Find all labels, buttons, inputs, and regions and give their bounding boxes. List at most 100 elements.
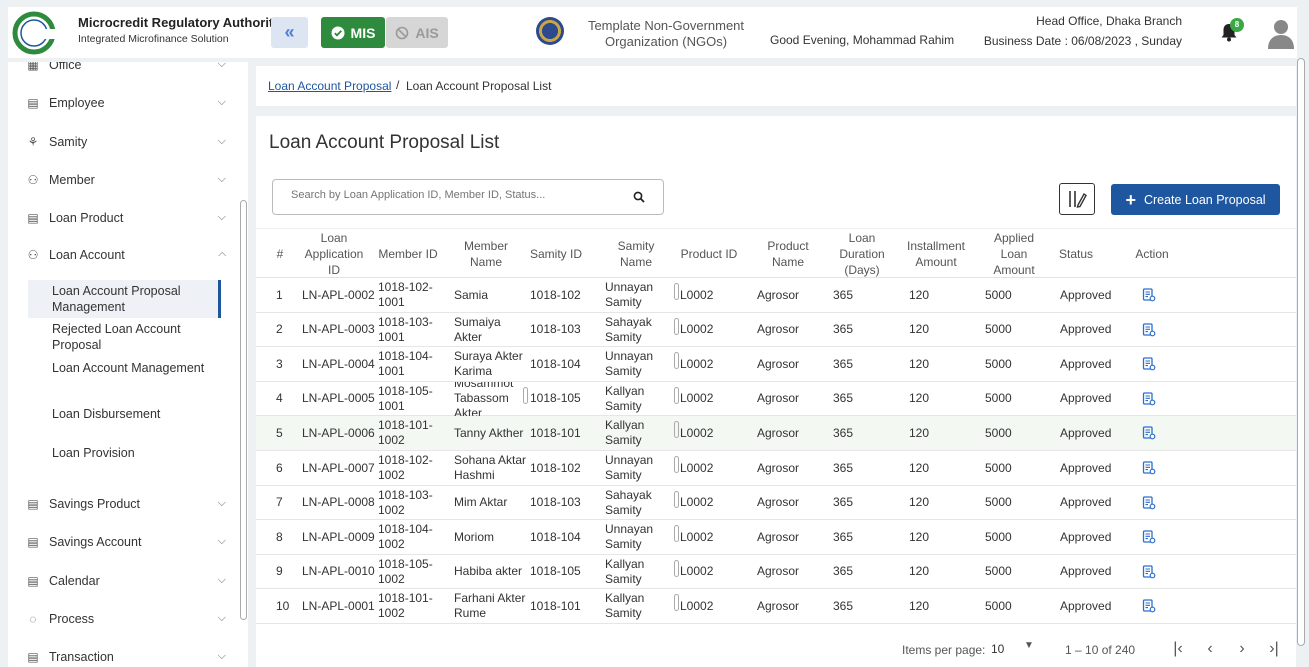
government-seal-icon [536, 17, 564, 45]
cell-product-name: Agrosor [757, 425, 800, 440]
search-input[interactable] [291, 189, 621, 201]
view-details-button[interactable] [1142, 589, 1162, 623]
cell-scrollbar[interactable] [523, 386, 528, 404]
sidebar-item-calendar[interactable]: ▤ Calendar ⌵ [26, 571, 226, 591]
table-row[interactable]: 8 LN-APL-0009 1018-104-1002 Moriom 1018-104 U… [256, 520, 1296, 555]
sidebar-item-loan-account[interactable]: ⚇ Loan Account ⌵ [26, 245, 226, 265]
previous-page-button[interactable]: ‹ [1199, 638, 1221, 660]
view-details-button[interactable] [1142, 313, 1162, 347]
cell-index: 5 [276, 425, 283, 440]
sub-item-loan-provision[interactable]: Loan Provision [52, 445, 212, 461]
view-details-button[interactable] [1142, 451, 1162, 485]
cell-product-name: Agrosor [757, 356, 800, 371]
table-row[interactable]: 10 LN-APL-0001 1018-101-1002 Farhani Akter … [256, 589, 1296, 624]
sidebar-item-savings-account[interactable]: ▤ Savings Account ⌵ [26, 532, 226, 552]
last-page-button[interactable]: ›| [1263, 638, 1285, 660]
user-avatar-icon[interactable] [1266, 17, 1296, 49]
mis-toggle-button[interactable]: MIS [321, 17, 385, 48]
cell-scrollbar[interactable] [674, 421, 679, 439]
sub-item-loan-disbursement[interactable]: Loan Disbursement [52, 406, 212, 422]
view-details-button[interactable] [1142, 382, 1162, 416]
table-row[interactable]: 2 LN-APL-0003 1018-103-1001 Sumaiya Akter 10… [256, 313, 1296, 348]
search-icon[interactable] [633, 191, 645, 203]
breadcrumb: Loan Account Proposal / Loan Account Pro… [256, 66, 1296, 106]
cell-loan-duration: 365 [833, 564, 854, 579]
cell-scrollbar[interactable] [674, 317, 679, 335]
sidebar-item-transaction[interactable]: ▤ Transaction ⌵ [26, 647, 226, 667]
sub-item-rejected-loan-account-proposal[interactable]: Rejected Loan Account Proposal [52, 321, 212, 353]
cell-scrollbar[interactable] [674, 490, 679, 508]
table-row[interactable]: 6 LN-APL-0007 1018-102-1002 Sohana Aktar Ha… [256, 451, 1296, 486]
chevron-right-icon: › [1239, 640, 1245, 657]
main-content: Loan Account Proposal List + Create Loan… [256, 116, 1296, 667]
cell-product-name: Agrosor [757, 391, 800, 406]
sidebar-item-samity[interactable]: ⚘ Samity ⌵ [26, 132, 226, 152]
cell-product-name: Agrosor [757, 529, 800, 544]
cell-member-id: 1018-103-1002 [378, 487, 433, 517]
column-edit-icon [1069, 191, 1087, 208]
sidebar-item-process[interactable]: ◌ Process ⌵ [26, 609, 226, 629]
table-row[interactable]: 1 LN-APL-0002 1018-102-1001 Samia 1018-102 Un… [256, 278, 1296, 313]
sub-item-loan-account-management[interactable]: Loan Account Management [52, 360, 212, 376]
create-loan-proposal-button[interactable]: + Create Loan Proposal [1111, 184, 1280, 215]
cell-scrollbar[interactable] [674, 352, 679, 370]
sidebar-item-loan-product[interactable]: ▤ Loan Product ⌵ [26, 208, 226, 228]
cell-samity-id: 1018-103 [530, 495, 581, 510]
table-row[interactable]: 7 LN-APL-0008 1018-103-1002 Mim Aktar 1018-1… [256, 486, 1296, 521]
sidebar-item-label: Member [49, 173, 95, 187]
mra-logo-icon [12, 11, 68, 55]
chevron-down-icon: ⌵ [217, 612, 226, 624]
cell-scrollbar[interactable] [674, 525, 679, 543]
cell-loan-application-id: LN-APL-0008 [302, 495, 375, 510]
ais-toggle-button[interactable]: AIS [386, 17, 448, 48]
cell-loan-duration: 365 [833, 529, 854, 544]
transaction-icon: ▤ [27, 650, 39, 664]
view-details-button[interactable] [1142, 555, 1162, 589]
cell-loan-duration: 365 [833, 391, 854, 406]
pagination: Items per page: 10 ▼ 1 – 10 of 240 |‹ ‹ … [256, 634, 1296, 664]
ngo-name: Template Non-Government Organization (NG… [587, 18, 745, 49]
view-details-button[interactable] [1142, 486, 1162, 520]
cell-loan-application-id: LN-APL-0004 [302, 356, 375, 371]
page-scrollbar[interactable] [1297, 58, 1305, 646]
view-details-button[interactable] [1142, 520, 1162, 554]
page-size-select[interactable]: 10 [991, 642, 1004, 656]
header-product-name: Product Name [767, 239, 809, 269]
cell-status: Approved [1060, 495, 1112, 510]
cell-product-id: L0002 [680, 322, 714, 337]
first-page-button[interactable]: |‹ [1167, 638, 1189, 660]
table-row[interactable]: 4 LN-APL-0005 1018-105-1001 Mosammot Tabass… [256, 382, 1296, 417]
table-row[interactable]: 5 LN-APL-0006 1018-101-1002 Tanny Akther 101… [256, 416, 1296, 451]
breadcrumb-link-loan-account-proposal[interactable]: Loan Account Proposal [268, 79, 391, 93]
cell-status: Approved [1060, 356, 1112, 371]
cell-product-name: Agrosor [757, 564, 800, 579]
sidebar-item-employee[interactable]: ▤ Employee ⌵ [26, 93, 226, 113]
cell-status: Approved [1060, 460, 1112, 475]
cell-scrollbar[interactable] [674, 559, 679, 577]
table-row[interactable]: 9 LN-APL-0010 1018-105-1002 Habiba akter 101… [256, 555, 1296, 590]
cell-index: 1 [276, 287, 283, 302]
cell-scrollbar[interactable] [674, 456, 679, 473]
cell-applied-loan-amount: 5000 [985, 460, 1012, 475]
sidebar-scrollbar[interactable] [240, 200, 247, 620]
cell-scrollbar[interactable] [674, 594, 679, 612]
header-index: # [276, 247, 284, 261]
chevron-down-icon: ⌵ [217, 211, 226, 223]
sidebar-item-office[interactable]: ▦ Office ⌵ [26, 62, 226, 75]
search-box[interactable] [272, 179, 664, 215]
collapse-sidebar-button[interactable]: « [271, 17, 308, 48]
view-document-icon [1142, 495, 1156, 509]
cell-scrollbar[interactable] [674, 283, 679, 300]
view-details-button[interactable] [1142, 416, 1162, 450]
sub-item-loan-account-proposal-management[interactable]: Loan Account Proposal Management [52, 283, 212, 315]
table-row[interactable]: 3 LN-APL-0004 1018-104-1001 Suraya Akter Ka… [256, 347, 1296, 382]
sidebar-item-member[interactable]: ⚇ Member ⌵ [26, 170, 226, 190]
cell-scrollbar[interactable] [674, 386, 679, 404]
next-page-button[interactable]: › [1231, 638, 1253, 660]
cell-product-id: L0002 [680, 425, 714, 440]
column-settings-button[interactable] [1059, 183, 1095, 215]
view-details-button[interactable] [1142, 278, 1162, 312]
view-details-button[interactable] [1142, 347, 1162, 381]
dropdown-caret-icon[interactable]: ▼ [1024, 640, 1034, 651]
sidebar-item-savings-product[interactable]: ▤ Savings Product ⌵ [26, 494, 226, 514]
